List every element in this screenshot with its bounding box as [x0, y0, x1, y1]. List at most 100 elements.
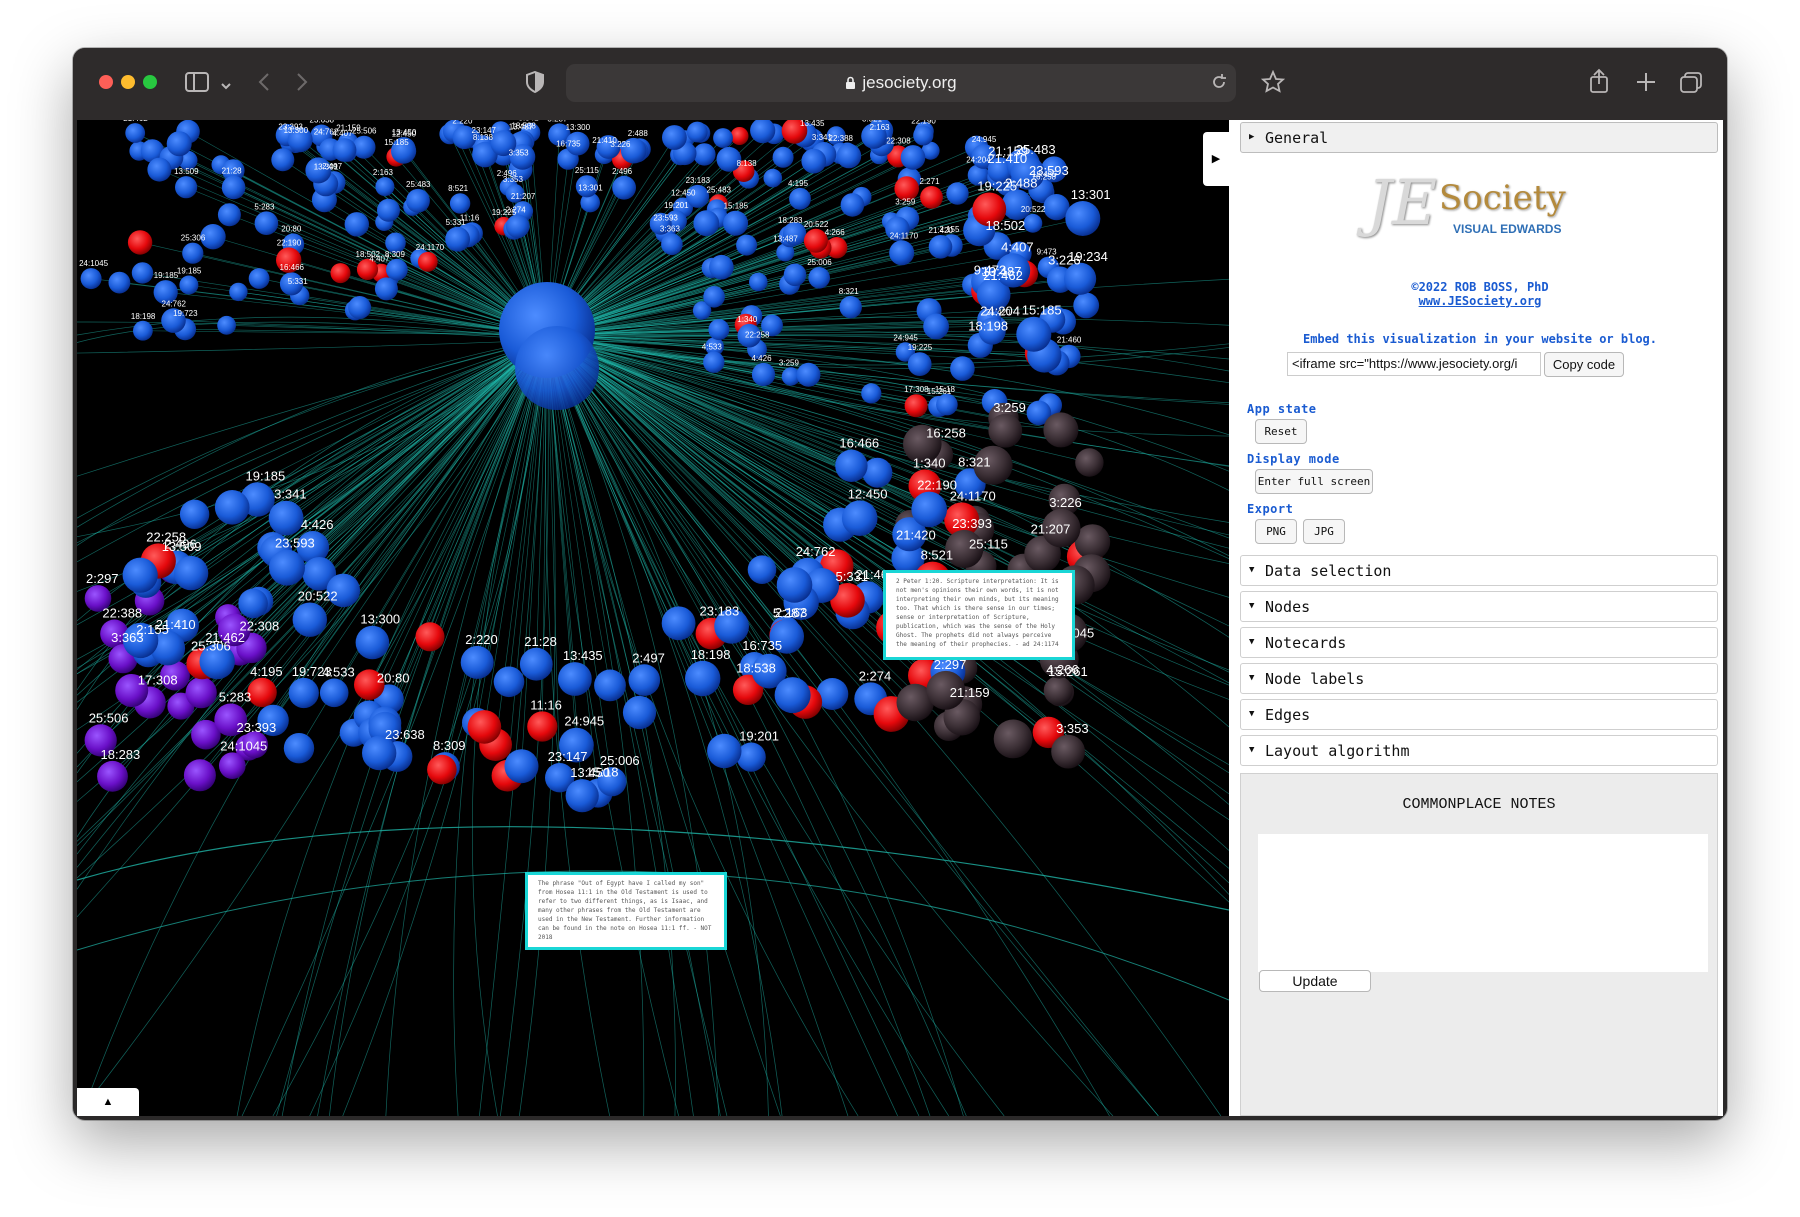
graph-node[interactable] [449, 193, 471, 214]
graph-node[interactable] [913, 125, 934, 146]
full-screen-button[interactable]: Enter full screen [1255, 469, 1373, 494]
notecard[interactable]: The phrase "Out of Egypt have I called m… [525, 872, 727, 950]
graph-node[interactable] [993, 719, 1033, 759]
graph-node[interactable] [217, 203, 241, 227]
graph-node[interactable] [789, 187, 811, 210]
folder-general[interactable]: ▶ General [1240, 122, 1718, 153]
plus-icon[interactable] [1636, 72, 1656, 96]
folder-edges[interactable]: ▼ Edges [1240, 699, 1718, 730]
graph-node[interactable] [772, 146, 794, 168]
graph-node[interactable] [928, 235, 953, 259]
export-jpg-button[interactable]: JPG [1303, 519, 1345, 544]
collapse-panel-button[interactable]: ▶ [1203, 132, 1229, 186]
share-icon[interactable] [1588, 68, 1610, 98]
graph-node[interactable] [622, 695, 657, 730]
graph-node[interactable] [661, 233, 683, 256]
graph-node[interactable] [1016, 316, 1052, 352]
graph-node[interactable] [355, 625, 390, 660]
graph-node[interactable] [108, 271, 131, 294]
graph-node[interactable] [835, 449, 868, 482]
graph-node[interactable] [493, 666, 525, 698]
graph-node[interactable] [254, 211, 279, 235]
graph-node[interactable] [751, 362, 776, 387]
graph-node[interactable] [703, 351, 725, 373]
graph-node[interactable] [841, 500, 878, 536]
graph-node[interactable] [182, 242, 204, 264]
graph-node[interactable] [950, 356, 975, 381]
graph-node[interactable] [747, 555, 777, 584]
graph-node[interactable] [377, 198, 400, 222]
graph-node[interactable] [183, 759, 216, 792]
graph-node[interactable] [147, 157, 172, 182]
graph-node[interactable] [1075, 448, 1104, 477]
folder-nodes[interactable]: ▼ Nodes [1240, 591, 1718, 622]
graph-node[interactable] [730, 127, 749, 145]
graph-node[interactable] [505, 214, 530, 239]
graph-node[interactable] [796, 362, 821, 387]
graph-node[interactable] [900, 145, 926, 170]
back-icon[interactable] [257, 71, 271, 97]
graph-node[interactable] [911, 491, 947, 528]
graph-node[interactable] [808, 267, 830, 289]
notes-textarea[interactable] [1258, 834, 1708, 972]
graph-node[interactable] [1051, 734, 1085, 769]
address-bar[interactable]: jesociety.org [566, 64, 1236, 102]
graph-visualization[interactable]: 21:420 13:300 13:487 2:496 3:259 13:435 3:353 1… [77, 120, 1229, 1116]
site-link[interactable]: www.JESociety.org [1237, 294, 1723, 308]
graph-node[interactable] [179, 499, 210, 529]
graph-node[interactable] [707, 733, 742, 769]
graph-node[interactable] [776, 567, 813, 603]
graph-node[interactable] [375, 177, 395, 197]
graph-node[interactable] [179, 275, 199, 295]
graph-node[interactable] [708, 319, 730, 341]
graph-node[interactable] [97, 760, 128, 792]
graph-node[interactable] [131, 262, 154, 284]
hub-node[interactable] [515, 326, 599, 410]
graph-node[interactable] [662, 125, 687, 150]
update-button[interactable]: Update [1259, 970, 1371, 992]
graph-node[interactable] [217, 315, 237, 335]
graph-node[interactable] [445, 226, 470, 252]
shield-icon[interactable] [525, 70, 545, 97]
graph-node[interactable] [1043, 676, 1073, 706]
graph-node[interactable] [283, 733, 315, 764]
graph-node[interactable] [749, 272, 768, 292]
graph-node[interactable] [175, 176, 198, 199]
graph-node[interactable] [221, 175, 246, 200]
graph-node[interactable] [736, 234, 758, 256]
graph-node[interactable] [774, 677, 811, 714]
sidebar-icon[interactable] [185, 72, 209, 96]
graph-node[interactable] [723, 210, 749, 236]
graph-node[interactable] [527, 711, 558, 742]
graph-node[interactable] [269, 549, 305, 586]
graph-node[interactable] [661, 606, 696, 641]
graph-node[interactable] [836, 143, 862, 169]
notecard[interactable]: 2 Peter 1:20. Scripture interpretation: … [883, 570, 1075, 660]
graph-node[interactable] [703, 286, 725, 308]
graph-node[interactable] [185, 677, 217, 709]
graph-node[interactable] [558, 662, 592, 696]
graph-node[interactable] [923, 313, 949, 340]
graph-node[interactable] [936, 393, 958, 416]
graph-node[interactable] [247, 677, 277, 708]
forward-icon[interactable] [295, 71, 309, 97]
embed-code-field[interactable]: <iframe src="https://www.jesociety.org/i [1287, 352, 1541, 376]
zoom-window-button[interactable] [143, 75, 157, 89]
graph-node[interactable] [319, 678, 349, 708]
minimize-window-button[interactable] [121, 75, 135, 89]
graph-node[interactable] [238, 588, 268, 619]
export-png-button[interactable]: PNG [1255, 519, 1297, 544]
graph-node[interactable] [288, 677, 319, 709]
graph-node[interactable] [920, 186, 943, 209]
graph-node[interactable] [248, 268, 270, 289]
folder-notecards[interactable]: ▼ Notecards [1240, 627, 1718, 658]
graph-node[interactable] [889, 240, 915, 266]
graph-node[interactable] [839, 296, 862, 319]
graph-node[interactable] [173, 555, 209, 591]
graph-node[interactable] [946, 182, 969, 205]
graph-node[interactable] [565, 779, 599, 813]
graph-node[interactable] [166, 131, 192, 157]
graph-node[interactable] [415, 622, 445, 652]
graph-node[interactable] [229, 282, 248, 302]
graph-node[interactable] [1065, 201, 1101, 236]
